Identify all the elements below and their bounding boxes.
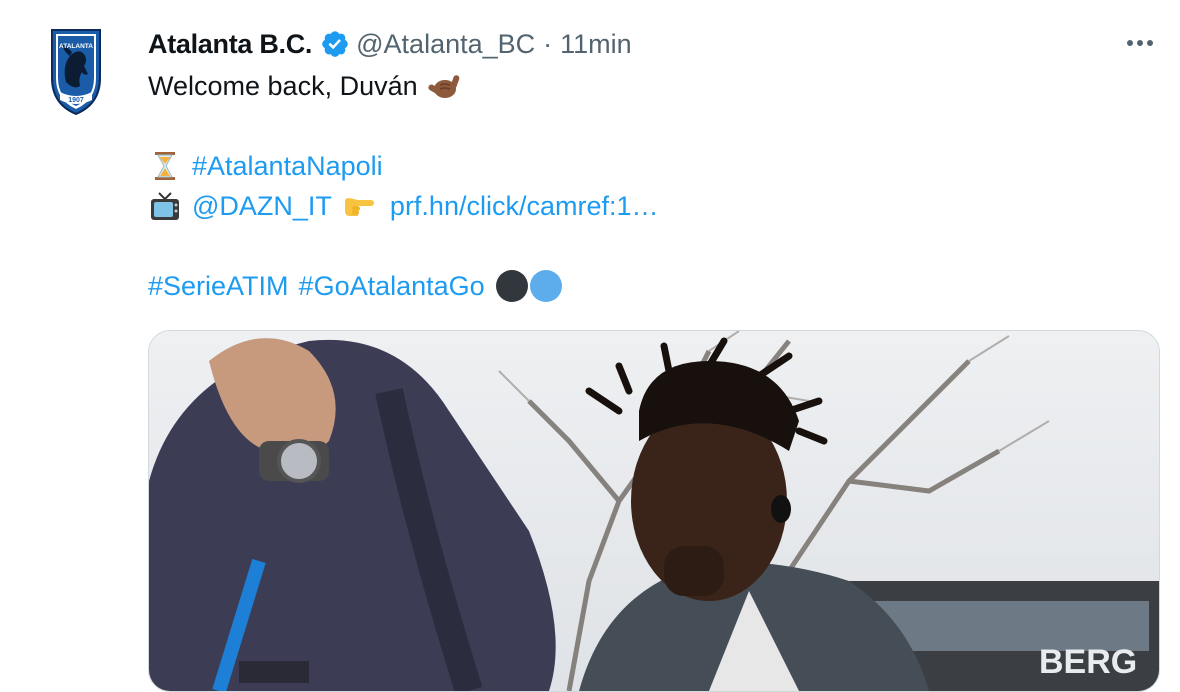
avatar-year-text: 1907 xyxy=(68,97,84,104)
hashtag-atalanta-napoli[interactable]: #AtalantaNapoli xyxy=(192,146,383,186)
pointing-right-emoji-icon xyxy=(342,189,376,223)
verified-badge-icon xyxy=(320,29,350,59)
tweet[interactable]: ATALANTA 1907 Atalanta B.C. @Atalanta_BC… xyxy=(0,0,1180,692)
more-dot xyxy=(1147,40,1153,46)
avatar-name-text: ATALANTA xyxy=(59,43,93,50)
black-circle-emoji-icon xyxy=(495,269,529,303)
more-options-button[interactable] xyxy=(1122,28,1158,58)
tweet-photo[interactable]: BERG xyxy=(148,330,1160,692)
tweet-line-4: #SerieATIM #GoAtalantaGo xyxy=(148,266,659,306)
hashtag-go-atalanta-go[interactable]: #GoAtalantaGo xyxy=(299,266,485,306)
more-dot xyxy=(1137,40,1143,46)
author-avatar[interactable]: ATALANTA 1907 xyxy=(48,26,104,116)
header-separator: · xyxy=(543,28,553,59)
hourglass-emoji-icon xyxy=(148,149,182,183)
tweet-line-3: @DAZN_IT prf.hn/click/camref:1… xyxy=(148,186,659,226)
tweet-timestamp[interactable]: 11min xyxy=(560,29,632,60)
blue-circle-emoji-icon xyxy=(529,269,563,303)
hashtag-serie-atim[interactable]: #SerieATIM xyxy=(148,266,289,306)
welcome-text: Welcome back, Duván xyxy=(148,71,418,101)
call-me-hand-emoji-icon xyxy=(428,69,462,103)
tweet-text: Welcome back, Duván #AtalantaNapoli @DAZ… xyxy=(148,66,659,306)
tweet-header: Atalanta B.C. @Atalanta_BC · 11min xyxy=(148,26,632,62)
author-handle[interactable]: @Atalanta_BC xyxy=(356,29,535,60)
background-sign-text: BERG xyxy=(1039,643,1137,681)
television-emoji-icon xyxy=(148,189,182,223)
tweet-line-2: #AtalantaNapoli xyxy=(148,146,659,186)
tweet-line-1: Welcome back, Duván xyxy=(148,66,659,106)
mention-dazn-it[interactable]: @DAZN_IT xyxy=(192,186,332,226)
tweet-link[interactable]: prf.hn/click/camref:1… xyxy=(390,186,659,226)
player-photo-image: BERG xyxy=(149,331,1159,691)
author-display-name[interactable]: Atalanta B.C. xyxy=(148,29,312,60)
atalanta-crest-icon: ATALANTA 1907 xyxy=(51,29,101,116)
more-horizontal-icon xyxy=(1127,40,1133,46)
